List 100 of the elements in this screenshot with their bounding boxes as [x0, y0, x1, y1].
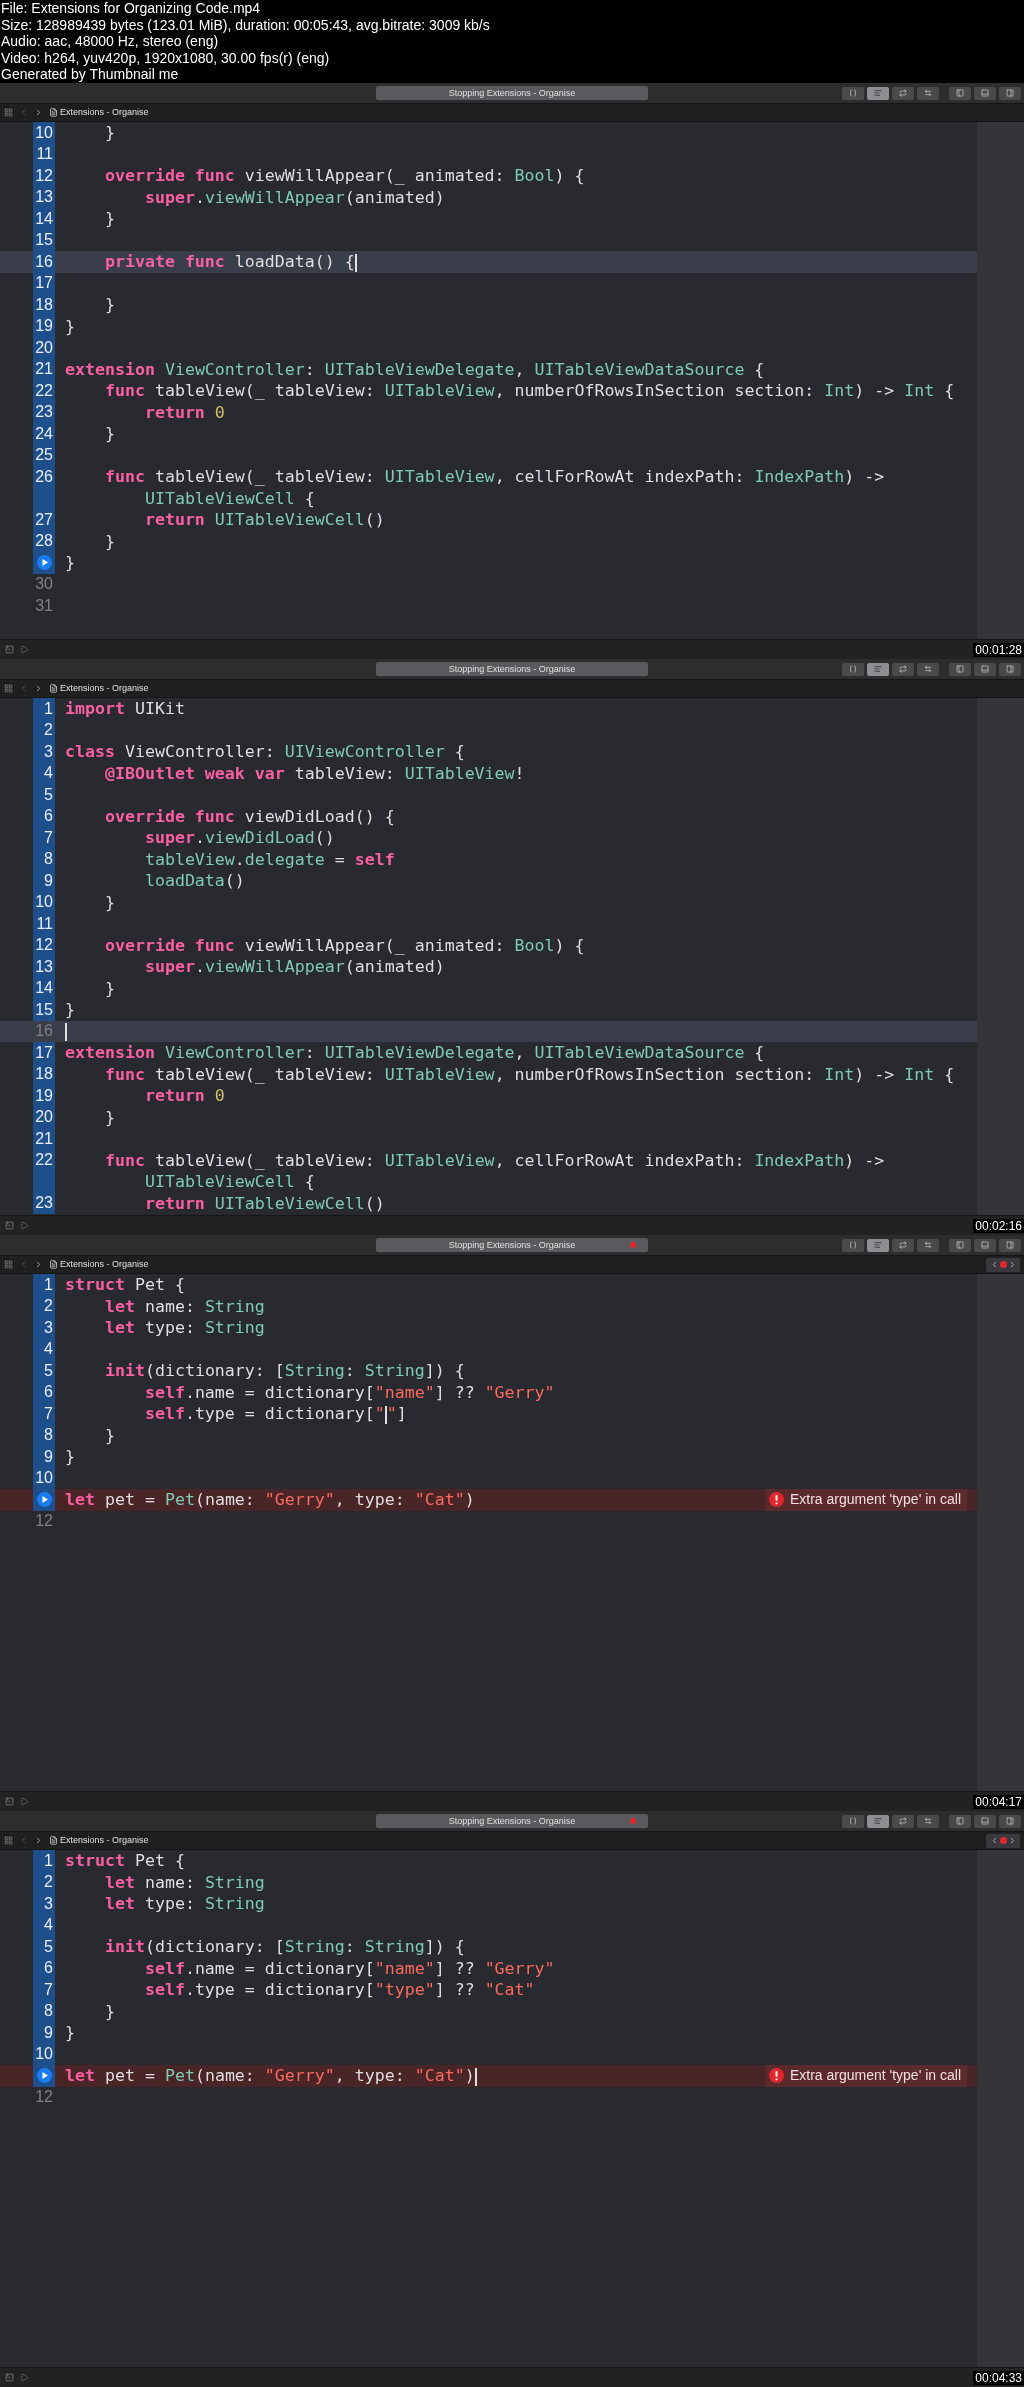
swap-arrows-icon [924, 665, 932, 673]
line-number: 21 [33, 358, 55, 380]
braces-icon [849, 1817, 857, 1825]
line-number: 10 [33, 1467, 55, 1489]
console-icon[interactable] [5, 1221, 14, 1230]
braces-icon [849, 665, 857, 673]
line-number: 12 [34, 1511, 54, 1532]
code-braces-button[interactable] [842, 1238, 864, 1252]
timestamp: 00:01:28 [973, 642, 1024, 657]
text-cursor [354, 253, 357, 272]
line-number: 20 [33, 337, 55, 359]
code-line: } [103, 208, 115, 230]
forward-icon[interactable] [34, 1836, 43, 1845]
line-number: 7 [33, 1979, 55, 2001]
file-info-line: Generated by Thumbnail me [0, 66, 180, 83]
code-braces-button[interactable] [842, 1814, 864, 1828]
line-number: 8 [33, 848, 55, 870]
line-number: 7 [33, 1403, 55, 1425]
line-number: 11 [33, 143, 55, 165]
play-icon[interactable] [20, 1221, 29, 1230]
right-panel-icon [1006, 1817, 1014, 1825]
right-panel-button[interactable] [999, 1814, 1021, 1828]
code-line: func tableView(_ tableView: UITableView, numberOfRowsInSection section: Int) -> Int { [103, 1063, 955, 1085]
swap-arrows-button[interactable] [917, 662, 939, 676]
left-panel-button[interactable] [949, 662, 971, 676]
bottom-panel-button[interactable] [974, 662, 996, 676]
code-line: func tableView(_ tableView: UITableView, cellForRowAt indexPath: IndexPath) -> [103, 1149, 885, 1171]
breadcrumb[interactable]: Extensions - Organise [60, 681, 149, 696]
code-braces-button[interactable] [842, 662, 864, 676]
line-number: 19 [33, 315, 55, 337]
line-number: 23 [33, 1192, 55, 1214]
left-panel-button[interactable] [949, 1238, 971, 1252]
swap-arrows-icon [924, 89, 932, 97]
breadcrumb[interactable]: Extensions - Organise [60, 105, 149, 120]
line-number: 8 [33, 2000, 55, 2022]
console-icon[interactable] [5, 1797, 14, 1806]
editor-lines-button[interactable] [867, 86, 889, 100]
overlap-button[interactable] [892, 1814, 914, 1828]
code-line: return 0 [143, 401, 225, 423]
bottom-panel-button[interactable] [974, 86, 996, 100]
grid-icon[interactable] [4, 108, 13, 117]
code-line: self.name = dictionary["name"] ?? "Gerry" [143, 1381, 555, 1403]
line-number: 22 [33, 380, 55, 402]
file-info-line: Video: h264, yuv420p, 1920x1080, 30.00 fps(r) (eng) [0, 49, 331, 66]
line-number: 5 [33, 784, 55, 806]
text-cursor [65, 1023, 67, 1041]
left-panel-button[interactable] [949, 1814, 971, 1828]
swap-arrows-button[interactable] [917, 86, 939, 100]
line-number: 7 [33, 827, 55, 849]
code-line: } [64, 999, 75, 1021]
right-panel-icon [1006, 89, 1014, 97]
forward-icon[interactable] [34, 1260, 43, 1269]
code-line: } [64, 315, 75, 337]
line-number: 12 [33, 934, 55, 956]
swap-arrows-button[interactable] [917, 1238, 939, 1252]
right-panel-button[interactable] [999, 86, 1021, 100]
overlap-button[interactable] [892, 86, 914, 100]
breadcrumb[interactable]: Extensions - Organise [60, 1257, 149, 1272]
play-icon[interactable] [20, 1797, 29, 1806]
line-number: 12 [33, 165, 55, 187]
editor-lines-button[interactable] [867, 1814, 889, 1828]
breadcrumb[interactable]: Extensions - Organise [60, 1833, 149, 1848]
code-line: } [103, 891, 115, 913]
code-line: } [103, 1106, 115, 1128]
right-panel-button[interactable] [999, 662, 1021, 676]
overlap-button[interactable] [892, 1238, 914, 1252]
bottom-panel-button[interactable] [974, 1814, 996, 1828]
activity-title: Stopping Extensions - Organise [448, 1816, 576, 1826]
code-line: return 0 [143, 1085, 225, 1107]
console-icon[interactable] [5, 2373, 14, 2382]
forward-icon[interactable] [34, 684, 43, 693]
editor-lines-button[interactable] [867, 662, 889, 676]
swap-arrows-button[interactable] [917, 1814, 939, 1828]
code-braces-button[interactable] [842, 86, 864, 100]
overlap-button[interactable] [892, 662, 914, 676]
right-panel-button[interactable] [999, 1238, 1021, 1252]
grid-icon[interactable] [4, 1260, 13, 1269]
line-number: 3 [33, 741, 55, 763]
code-line: struct Pet { [64, 1850, 185, 1872]
console-icon[interactable] [5, 645, 14, 654]
grid-icon[interactable] [4, 684, 13, 693]
play-icon[interactable] [20, 2373, 29, 2382]
error-icon [768, 2068, 784, 2084]
code-line: self.type = dictionary["type"] ?? "Cat" [143, 1979, 535, 2001]
code-line: let pet = Pet(name: "Gerry", type: "Cat") [64, 2065, 477, 2087]
line-number: 30 [34, 574, 54, 595]
forward-icon[interactable] [34, 108, 43, 117]
bottom-panel-icon [981, 665, 989, 673]
play-icon[interactable] [20, 645, 29, 654]
bottom-panel-button[interactable] [974, 1238, 996, 1252]
line-number: 23 [33, 401, 55, 423]
text-cursor [474, 2067, 477, 2086]
line-number: 4 [33, 762, 55, 784]
left-panel-button[interactable] [949, 86, 971, 100]
file-icon [49, 1836, 58, 1845]
editor-lines-button[interactable] [867, 1238, 889, 1252]
braces-icon [849, 1241, 857, 1249]
activity-title: Stopping Extensions - Organise [448, 88, 576, 98]
line-number: 21 [33, 1128, 55, 1150]
grid-icon[interactable] [4, 1836, 13, 1845]
